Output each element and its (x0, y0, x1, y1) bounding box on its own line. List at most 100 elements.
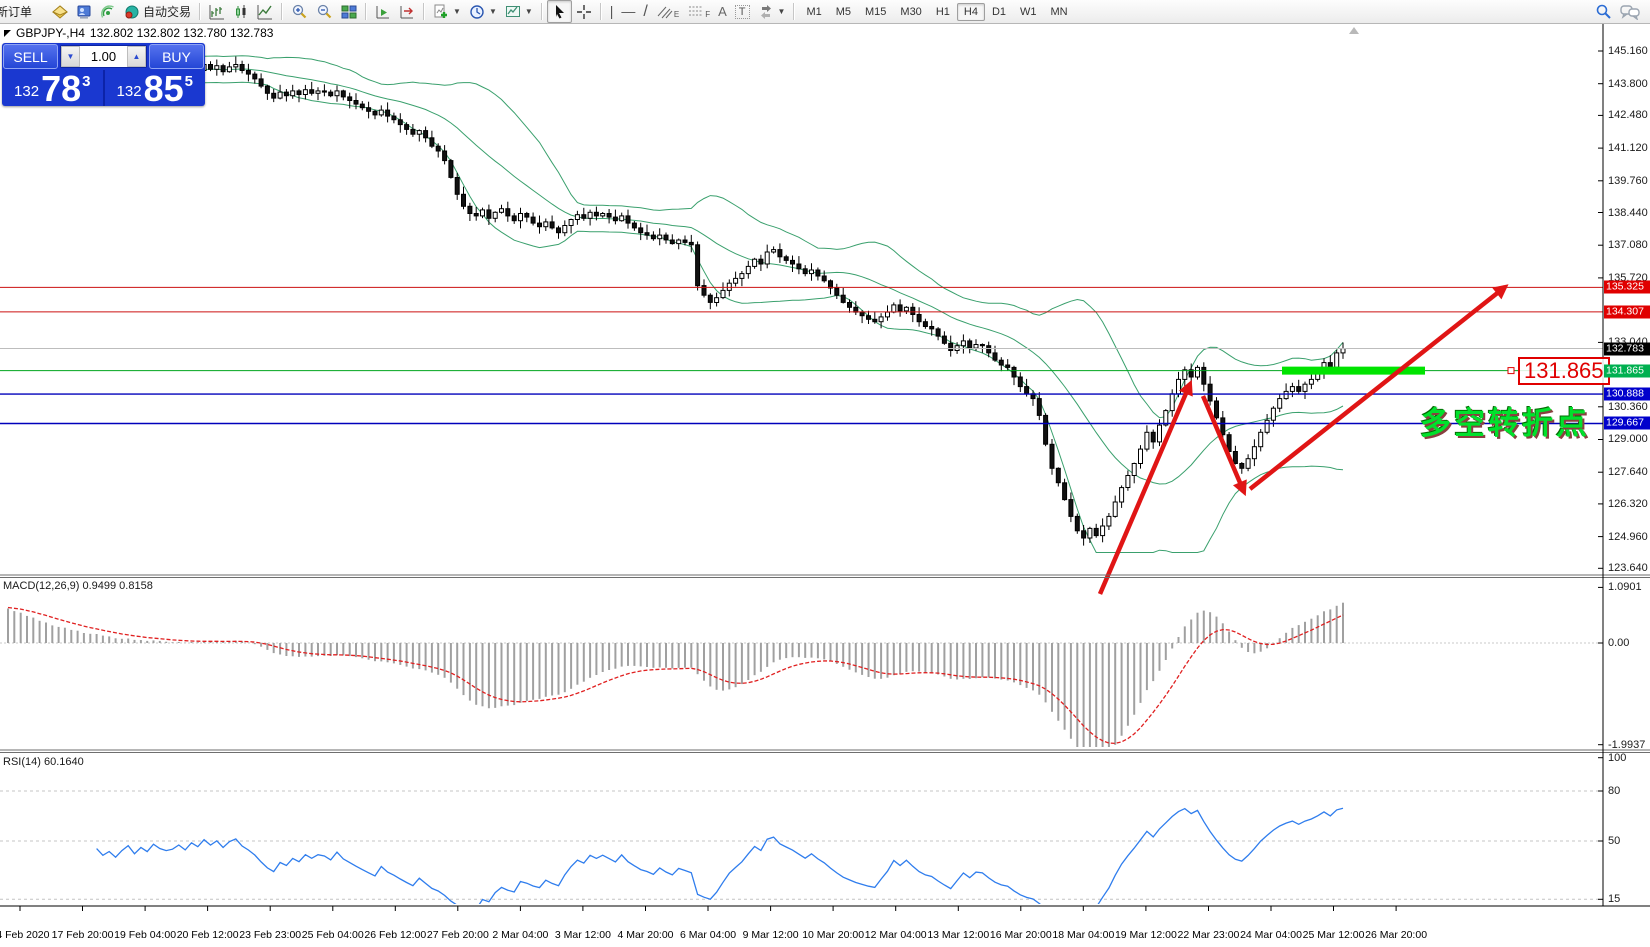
fibonacci-tool[interactable]: F (683, 1, 714, 22)
text-tool[interactable]: A (714, 1, 731, 22)
bollinger-bands (128, 53, 1343, 553)
sell-price-sup: 3 (82, 73, 90, 90)
time-axis-label: 13 Mar 12:00 (927, 929, 989, 941)
time-axis-label: 20 Feb 12:00 (177, 929, 239, 941)
new-order-button[interactable]: 新订单 (0, 1, 48, 22)
tab-m5[interactable]: M5 (829, 3, 858, 21)
main-toolbar: 新订单 自动交易 ▼ ▼ (0, 0, 1650, 24)
macd-signal-line (8, 608, 1343, 744)
price-marker: 131.865 (1604, 364, 1650, 377)
buy-button[interactable]: BUY (149, 44, 204, 69)
axis-tick-label: 142.480 (1608, 109, 1648, 121)
price-axis[interactable]: 145.160143.800142.480141.120139.760138.4… (1603, 23, 1650, 906)
line-chart-icon (257, 4, 273, 20)
tab-h1[interactable]: H1 (929, 3, 957, 21)
time-axis-label: 18 Mar 04:00 (1052, 929, 1114, 941)
yellow-book-icon (52, 4, 68, 20)
buy-price-sup: 5 (185, 73, 193, 90)
search-button[interactable] (1591, 1, 1616, 22)
vline-icon: | (610, 1, 614, 22)
volume-stepper: ▼ ▲ (60, 45, 147, 68)
volume-decrease-button[interactable]: ▼ (61, 46, 80, 67)
volume-increase-button[interactable]: ▲ (127, 46, 146, 67)
scroll-marker-icon (1349, 27, 1359, 34)
signal-button[interactable] (96, 1, 120, 22)
arrows-icon (758, 4, 774, 20)
auto-scroll-button[interactable] (371, 1, 395, 22)
cursor-tool-button[interactable] (547, 0, 572, 23)
chat-button[interactable] (1616, 1, 1644, 22)
volume-input[interactable] (80, 46, 127, 67)
zoom-in-button[interactable] (287, 1, 312, 22)
zoom-out-button[interactable] (312, 1, 337, 22)
time-axis-label: 12 Mar 04:00 (865, 929, 927, 941)
tab-m1[interactable]: M1 (799, 3, 828, 21)
support-price-callout: 131.865 (1518, 357, 1610, 385)
channel-tool[interactable]: E (652, 1, 683, 22)
chart-symbol: GBPJPY-,H4 (16, 26, 85, 40)
metaeditor-button[interactable] (72, 1, 96, 22)
crosshair-tool-button[interactable] (572, 1, 596, 22)
axis-tick-label: 100 (1608, 752, 1626, 764)
bar-chart-button[interactable] (205, 1, 229, 22)
time-axis-label: 25 Feb 04:00 (302, 929, 364, 941)
rsi-plot (0, 791, 1603, 917)
sell-button[interactable]: SELL (3, 44, 58, 69)
fibonacci-icon (687, 4, 705, 20)
callout-connector (1508, 368, 1514, 374)
auto-scroll-icon (375, 4, 391, 20)
sell-price-small: 132 (14, 83, 39, 100)
rsi-line (97, 808, 1343, 916)
tab-w1[interactable]: W1 (1013, 3, 1044, 21)
editor-icon (76, 4, 92, 20)
channel-icon (656, 4, 674, 20)
line-chart-button[interactable] (253, 1, 277, 22)
template-icon (505, 4, 521, 20)
horizontal-line-tool[interactable]: — (617, 1, 639, 22)
rsi-label: RSI(14) 60.1640 (3, 756, 84, 768)
trendline-tool[interactable]: / (639, 1, 651, 22)
time-axis[interactable]: 14 Feb 202017 Feb 20:0019 Feb 04:0020 Fe… (0, 907, 1650, 947)
new-order-icon[interactable] (48, 1, 72, 22)
autotrading-button[interactable]: 自动交易 (120, 1, 195, 22)
arrows-tool[interactable]: ▼ (754, 1, 790, 22)
price-marker: 130.888 (1604, 388, 1650, 401)
axis-tick-label: 15 (1608, 893, 1620, 905)
sell-price-big: 78 (41, 74, 81, 104)
turning-point-annotation: 多空转折点 (1420, 398, 1590, 443)
toolbar-separator (541, 3, 543, 20)
chart-ohlc: 132.802 132.802 132.780 132.783 (90, 26, 274, 40)
candle-chart-button[interactable] (229, 1, 253, 22)
text-label-tool[interactable]: T (731, 1, 754, 22)
tab-h4[interactable]: H4 (957, 3, 985, 21)
trendline-icon: / (643, 1, 647, 22)
chart-shift-button[interactable] (395, 1, 419, 22)
sell-price[interactable]: 132 78 3 (2, 70, 103, 106)
clock-icon (469, 4, 485, 20)
templates-button[interactable]: ▼ (501, 1, 537, 22)
time-axis-label: 6 Mar 04:00 (680, 929, 736, 941)
tab-m30[interactable]: M30 (893, 3, 928, 21)
channel-letter: E (674, 10, 679, 19)
buy-price[interactable]: 132 85 5 (105, 70, 206, 106)
chart-pointer-icon (4, 30, 11, 37)
tile-windows-button[interactable] (337, 1, 361, 22)
chat-icon (1620, 4, 1640, 20)
one-click-trade-panel: SELL ▼ ▲ BUY 132 78 3 132 85 5 (2, 43, 205, 106)
axis-tick-label: 141.120 (1608, 142, 1648, 154)
indicators-button[interactable]: ▼ (429, 1, 465, 22)
vertical-line-tool[interactable]: | (606, 1, 618, 22)
tab-mn[interactable]: MN (1044, 3, 1075, 21)
level-lines[interactable] (0, 287, 1603, 423)
chart-title: GBPJPY-,H4 132.802 132.802 132.780 132.7… (4, 26, 273, 40)
time-axis-label: 23 Feb 23:00 (239, 929, 301, 941)
periods-button[interactable]: ▼ (465, 1, 501, 22)
chart-shift-icon (399, 4, 415, 20)
time-axis-label: 16 Mar 20:00 (990, 929, 1052, 941)
chart-canvas[interactable] (0, 0, 1650, 947)
new-order-label: 新订单 (0, 3, 32, 20)
tab-m15[interactable]: M15 (858, 3, 893, 21)
axis-tick-label: 129.000 (1608, 433, 1648, 445)
time-axis-label: 9 Mar 12:00 (743, 929, 799, 941)
tab-d1[interactable]: D1 (985, 3, 1013, 21)
